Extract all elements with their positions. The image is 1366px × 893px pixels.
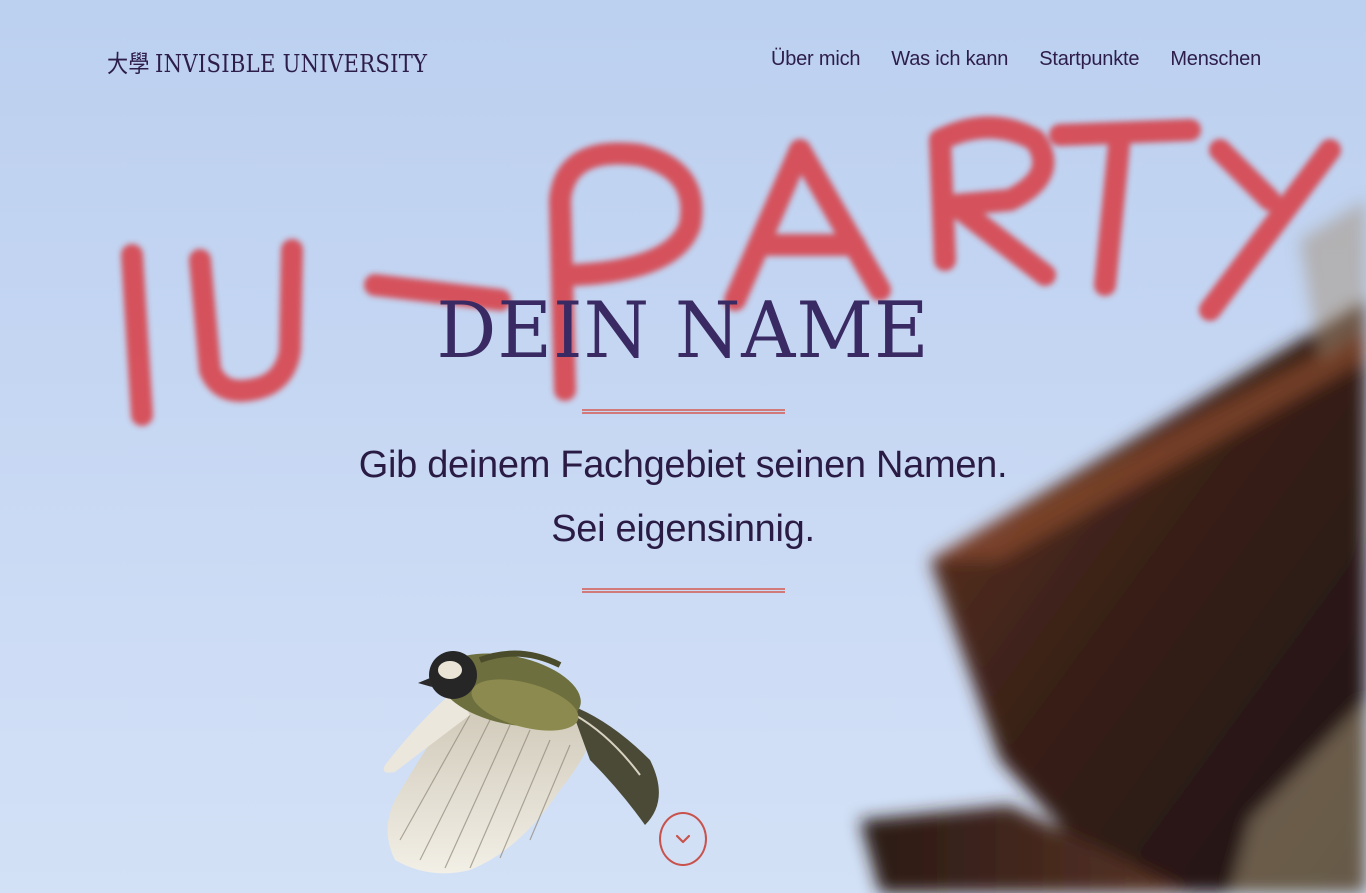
main-navigation: Über mich Was ich kann Startpunkte Mensc… xyxy=(771,48,1261,71)
tagline-line-1: Gib deinem Fachgebiet seinen Namen. xyxy=(358,444,1008,486)
brand-logo-characters: 大學 xyxy=(107,50,150,78)
divider-top xyxy=(582,409,785,414)
bird-image xyxy=(383,650,659,874)
nav-item-was-ich-kann[interactable]: Was ich kann xyxy=(891,48,1008,71)
page-title: DEIN NAME xyxy=(436,286,930,376)
nav-item-uber-mich[interactable]: Über mich xyxy=(771,48,861,71)
brand-name: INVISIBLE UNIVERSITY xyxy=(155,50,428,78)
tagline-line-2: Sei eigensinnig. xyxy=(551,508,815,550)
divider-bottom xyxy=(582,588,785,593)
hero-section: 大學 INVISIBLE UNIVERSITY Über mich Was ich… xyxy=(0,0,1366,893)
nav-item-menschen[interactable]: Menschen xyxy=(1170,48,1261,71)
scroll-down-button[interactable] xyxy=(659,812,707,866)
nav-item-startpunkte[interactable]: Startpunkte xyxy=(1039,48,1139,71)
chevron-down-icon xyxy=(675,834,691,844)
site-brand[interactable]: 大學 INVISIBLE UNIVERSITY xyxy=(107,44,427,79)
